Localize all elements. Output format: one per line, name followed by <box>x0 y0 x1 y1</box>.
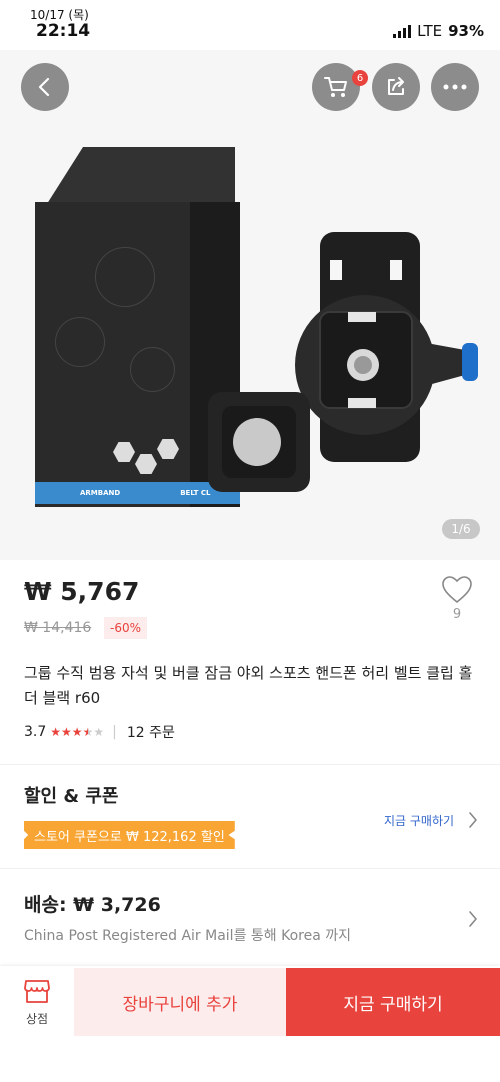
back-arrow-icon <box>38 77 50 97</box>
wishlist-count: 9 <box>452 607 462 622</box>
divider <box>0 764 500 765</box>
star-icon: ★ <box>50 725 62 739</box>
product-title: 그룹 수직 범용 자석 및 버클 잠금 야외 스포츠 핸드폰 허리 벨트 클립 … <box>24 664 473 707</box>
status-bar: 10/17 (목) 22:14 LTE 93% <box>0 0 500 50</box>
status-time: 22:14 <box>36 21 91 41</box>
chevron-right-icon[interactable] <box>468 811 478 829</box>
rating-row[interactable]: 3.7 ★ ★ ★ ★ ★ | 12 주문 <box>24 722 175 742</box>
product-price: ₩ 5,767 <box>24 577 140 606</box>
status-indicators: LTE 93% <box>393 22 484 40</box>
battery-label: 93% <box>448 22 484 40</box>
network-label: LTE <box>417 22 443 40</box>
store-icon <box>24 980 50 1003</box>
product-image-gallery[interactable]: ARMBAND BELT CL 1/6 <box>0 50 500 560</box>
store-button[interactable]: 상점 <box>14 978 60 1038</box>
store-coupon-badge[interactable]: 스토어 쿠폰으로 ₩ 122,162 할인 <box>24 821 235 849</box>
coupon-buy-now-link[interactable]: 지금 구매하기 <box>384 812 454 829</box>
add-to-cart-button[interactable]: 장바구니에 추가 <box>74 968 286 1036</box>
order-count: 12 주문 <box>126 725 175 741</box>
cart-icon <box>324 77 347 97</box>
star-icon: ★ <box>71 725 83 739</box>
star-half-icon: ★ <box>82 725 94 739</box>
shipping-description: China Post Registered Air Mail를 통해 Korea… <box>24 928 352 944</box>
discount-badge: -60% <box>104 617 148 639</box>
divider <box>0 868 500 869</box>
rating-stars: ★ ★ ★ ★ ★ <box>50 726 104 738</box>
rating-value: 3.7 <box>24 724 47 740</box>
original-price: ₩ 14,416 <box>24 620 92 636</box>
package-text-armband: ARMBAND <box>80 489 121 497</box>
star-icon: ★ <box>61 725 72 739</box>
more-icon <box>443 84 467 90</box>
signal-icon <box>393 24 412 38</box>
rating-divider: | <box>112 724 117 740</box>
buy-now-button[interactable]: 지금 구매하기 <box>286 968 500 1036</box>
store-label: 상점 <box>25 1012 49 1026</box>
wishlist-heart-icon[interactable] <box>441 575 473 605</box>
more-button[interactable] <box>431 63 479 111</box>
share-icon <box>388 77 404 95</box>
shipping-price: 배송: ₩ 3,726 <box>24 894 161 916</box>
belt-clip-image <box>208 232 478 492</box>
cart-count-badge: 6 <box>352 70 368 86</box>
image-counter: 1/6 <box>442 519 480 539</box>
back-button[interactable] <box>21 63 69 111</box>
share-button[interactable] <box>372 63 420 111</box>
chevron-right-icon[interactable] <box>468 910 478 928</box>
coupon-section-title: 할인 & 쿠폰 <box>24 786 119 807</box>
star-empty-icon: ★ <box>93 725 105 739</box>
cart-button[interactable] <box>312 63 360 111</box>
